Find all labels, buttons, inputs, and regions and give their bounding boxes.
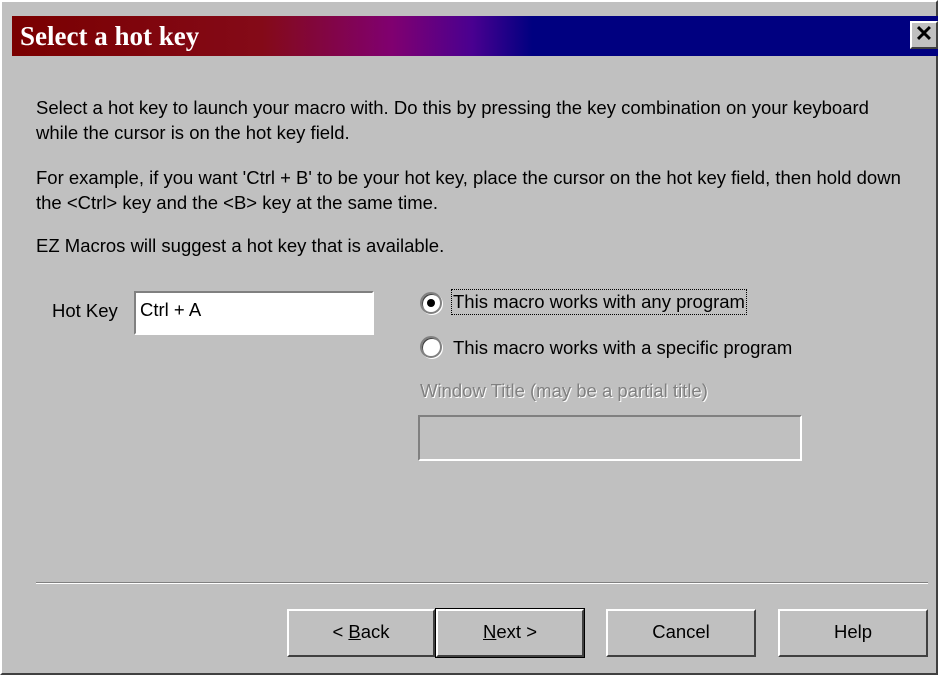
window-title-input [418,415,802,461]
radio-selected-dot [427,299,435,307]
back-button[interactable]: < Back [287,609,435,657]
next-mnemonic: N [483,621,497,642]
close-icon: ✕ [914,21,934,46]
back-rest: ack [360,621,390,642]
window-title: Select a hot key [20,21,200,51]
back-prefix: < [332,621,349,642]
hot-key-label: Hot Key [52,300,118,321]
button-separator [36,582,928,584]
cancel-button[interactable]: Cancel [606,609,756,657]
specific-program-radio[interactable] [420,336,442,358]
any-program-radio[interactable] [420,292,442,314]
hot-key-dialog: Select a hot key ✕ Select a hot key to l… [0,0,938,675]
instruction-text-2: For example, if you want 'Ctrl + B' to b… [36,167,901,213]
any-program-label[interactable]: This macro works with any program [451,289,747,315]
next-button[interactable]: Next > [435,608,585,658]
window-title-label: Window Title (may be a partial title) [420,380,708,401]
title-bar[interactable]: Select a hot key ✕ [12,16,938,56]
instruction-text-1: Select a hot key to launch your macro wi… [36,97,869,143]
hot-key-input[interactable]: Ctrl + A [134,291,374,335]
close-button[interactable]: ✕ [910,21,938,49]
specific-program-label[interactable]: This macro works with a specific program [453,337,792,359]
next-rest: ext > [496,621,537,642]
help-button[interactable]: Help [778,609,928,657]
back-mnemonic: B [348,621,361,642]
instruction-text-3: EZ Macros will suggest a hot key that is… [36,235,445,256]
